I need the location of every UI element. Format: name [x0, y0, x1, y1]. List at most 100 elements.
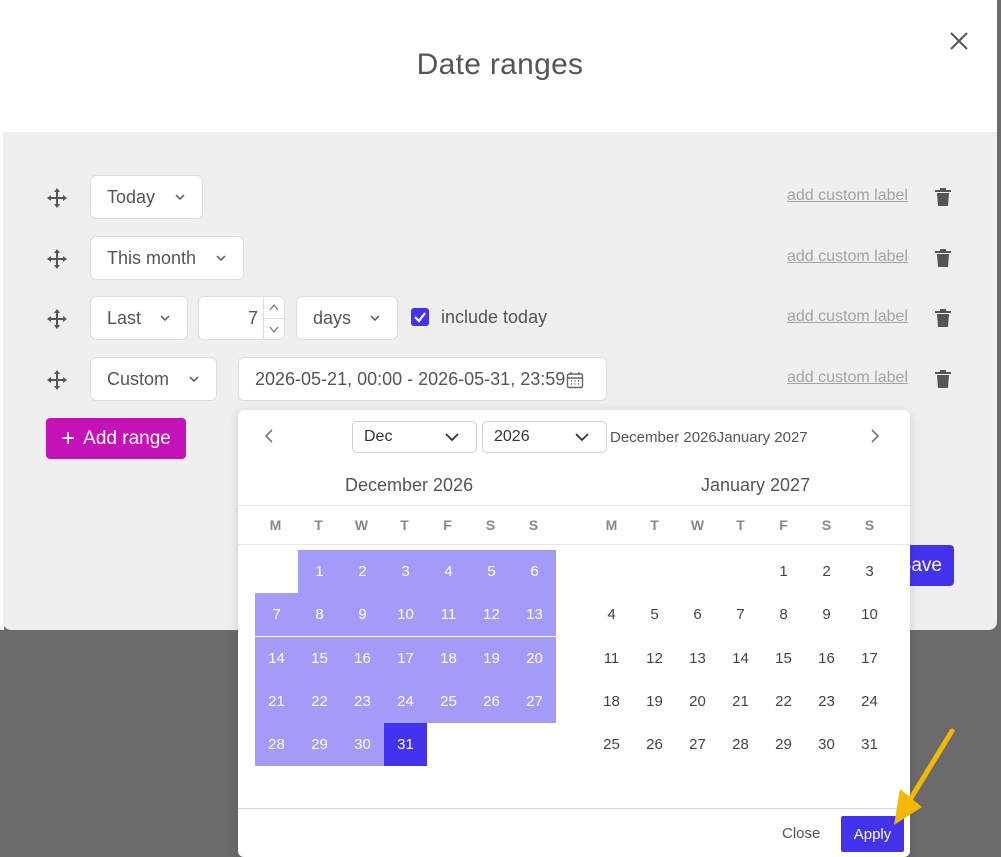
calendar-day[interactable]: 20: [513, 636, 556, 680]
calendar-day[interactable]: 22: [298, 679, 341, 723]
calendar-day[interactable]: 14: [719, 637, 762, 680]
weekday-label: W: [354, 517, 369, 533]
calendar-day[interactable]: 6: [676, 593, 719, 636]
calendar-day[interactable]: 24: [848, 680, 891, 723]
trash-icon[interactable]: [934, 369, 952, 389]
date-range-input[interactable]: 2026-05-21, 00:00 - 2026-05-31, 23:59: [238, 357, 607, 401]
year-select[interactable]: 2026: [482, 421, 607, 453]
preset-select[interactable]: Last: [90, 296, 188, 340]
chevron-right-icon[interactable]: [868, 428, 882, 444]
calendar-day[interactable]: 31: [848, 723, 891, 766]
add-custom-label-link[interactable]: add custom label: [787, 187, 908, 205]
calendar-day[interactable]: 17: [384, 636, 427, 680]
add-custom-label-link[interactable]: add custom label: [787, 369, 908, 387]
drag-handle-icon[interactable]: [46, 369, 68, 391]
calendar-day[interactable]: 11: [427, 593, 470, 637]
calendar-day[interactable]: 13: [676, 637, 719, 680]
calendar-day[interactable]: 30: [805, 723, 848, 766]
preset-select[interactable]: This month: [90, 236, 244, 280]
calendar-day[interactable]: 9: [341, 593, 384, 637]
calendar-day[interactable]: 1: [298, 550, 341, 593]
calendar-day[interactable]: 23: [805, 680, 848, 723]
drag-handle-icon[interactable]: [46, 187, 68, 209]
calendar-day[interactable]: 19: [633, 680, 676, 723]
calendar-day[interactable]: 19: [470, 636, 513, 680]
calendar-day[interactable]: 18: [590, 680, 633, 723]
calendar-day[interactable]: 16: [805, 637, 848, 680]
increment-button[interactable]: [263, 297, 284, 318]
preset-select[interactable]: Custom: [90, 357, 217, 401]
include-today-label[interactable]: include today: [441, 307, 547, 328]
weekday-label: S: [528, 517, 539, 533]
chevron-left-icon[interactable]: [262, 428, 276, 444]
month-select[interactable]: Dec: [352, 421, 477, 453]
calendar-day[interactable]: 27: [513, 679, 556, 723]
calendar-day[interactable]: 7: [719, 593, 762, 636]
calendar-close-button[interactable]: Close: [782, 825, 820, 842]
calendar-day[interactable]: 10: [384, 593, 427, 637]
calendar-day[interactable]: 22: [762, 680, 805, 723]
calendar-day[interactable]: 13: [513, 593, 556, 637]
add-range-button[interactable]: + Add range: [46, 418, 186, 459]
calendar-day[interactable]: 31: [384, 723, 427, 767]
calendar-day[interactable]: 5: [470, 550, 513, 593]
calendar-day[interactable]: 3: [384, 550, 427, 593]
amount-number-input[interactable]: 7: [198, 296, 285, 340]
calendar-day[interactable]: 14: [255, 636, 298, 680]
calendar-day[interactable]: 25: [590, 723, 633, 766]
unit-select[interactable]: days: [296, 296, 398, 340]
calendar-day[interactable]: 8: [298, 593, 341, 637]
calendar-day[interactable]: 26: [633, 723, 676, 766]
close-icon[interactable]: [948, 30, 970, 52]
weekday-label: M: [605, 517, 618, 533]
calendar-day[interactable]: 2: [805, 550, 848, 593]
calendar-day[interactable]: 1: [762, 550, 805, 593]
trash-icon[interactable]: [934, 187, 952, 207]
calendar-day[interactable]: 15: [762, 637, 805, 680]
calendar-day[interactable]: 3: [848, 550, 891, 593]
calendar-day[interactable]: 24: [384, 679, 427, 723]
calendar-day[interactable]: 21: [255, 679, 298, 723]
calendar-day[interactable]: 28: [255, 723, 298, 767]
calendar-day[interactable]: 12: [470, 593, 513, 637]
calendar-day[interactable]: 11: [590, 637, 633, 680]
add-custom-label-link[interactable]: add custom label: [787, 248, 908, 266]
decrement-button[interactable]: [263, 318, 284, 340]
preset-select[interactable]: Today: [90, 175, 203, 219]
calendar-day[interactable]: 2: [341, 550, 384, 593]
drag-handle-icon[interactable]: [46, 308, 68, 330]
calendar-day[interactable]: 10: [848, 593, 891, 636]
calendar-day[interactable]: 29: [298, 723, 341, 767]
calendar-day[interactable]: 28: [719, 723, 762, 766]
date-range-value: 2026-05-21, 00:00 - 2026-05-31, 23:59: [255, 368, 566, 389]
weekday-label: M: [269, 517, 282, 533]
preset-select-value: This month: [107, 247, 197, 268]
calendar-day[interactable]: 29: [762, 723, 805, 766]
trash-icon[interactable]: [934, 308, 952, 328]
calendar-day[interactable]: 30: [341, 723, 384, 767]
calendar-day[interactable]: 12: [633, 637, 676, 680]
calendar-day[interactable]: 26: [470, 679, 513, 723]
calendar-day[interactable]: 27: [676, 723, 719, 766]
add-custom-label-link[interactable]: add custom label: [787, 308, 908, 326]
calendar-day[interactable]: 4: [590, 593, 633, 636]
include-today-checkbox[interactable]: [411, 308, 429, 326]
drag-handle-icon[interactable]: [46, 248, 68, 270]
calendar-day[interactable]: 5: [633, 593, 676, 636]
calendar-day[interactable]: 21: [719, 680, 762, 723]
calendar-day[interactable]: 20: [676, 680, 719, 723]
annotation-arrow-icon: [894, 728, 955, 825]
calendar-day[interactable]: 8: [762, 593, 805, 636]
trash-icon[interactable]: [934, 248, 952, 268]
calendar-day[interactable]: 16: [341, 636, 384, 680]
calendar-day[interactable]: 23: [341, 679, 384, 723]
calendar-day[interactable]: 17: [848, 637, 891, 680]
calendar-day[interactable]: 4: [427, 550, 470, 593]
calendar-day[interactable]: 25: [427, 679, 470, 723]
calendar-day[interactable]: 6: [513, 550, 556, 593]
calendar-day[interactable]: 7: [255, 593, 298, 637]
calendar-day[interactable]: 9: [805, 593, 848, 636]
calendar-day[interactable]: 15: [298, 636, 341, 680]
calendar-day[interactable]: 18: [427, 636, 470, 680]
divider: [238, 544, 910, 545]
